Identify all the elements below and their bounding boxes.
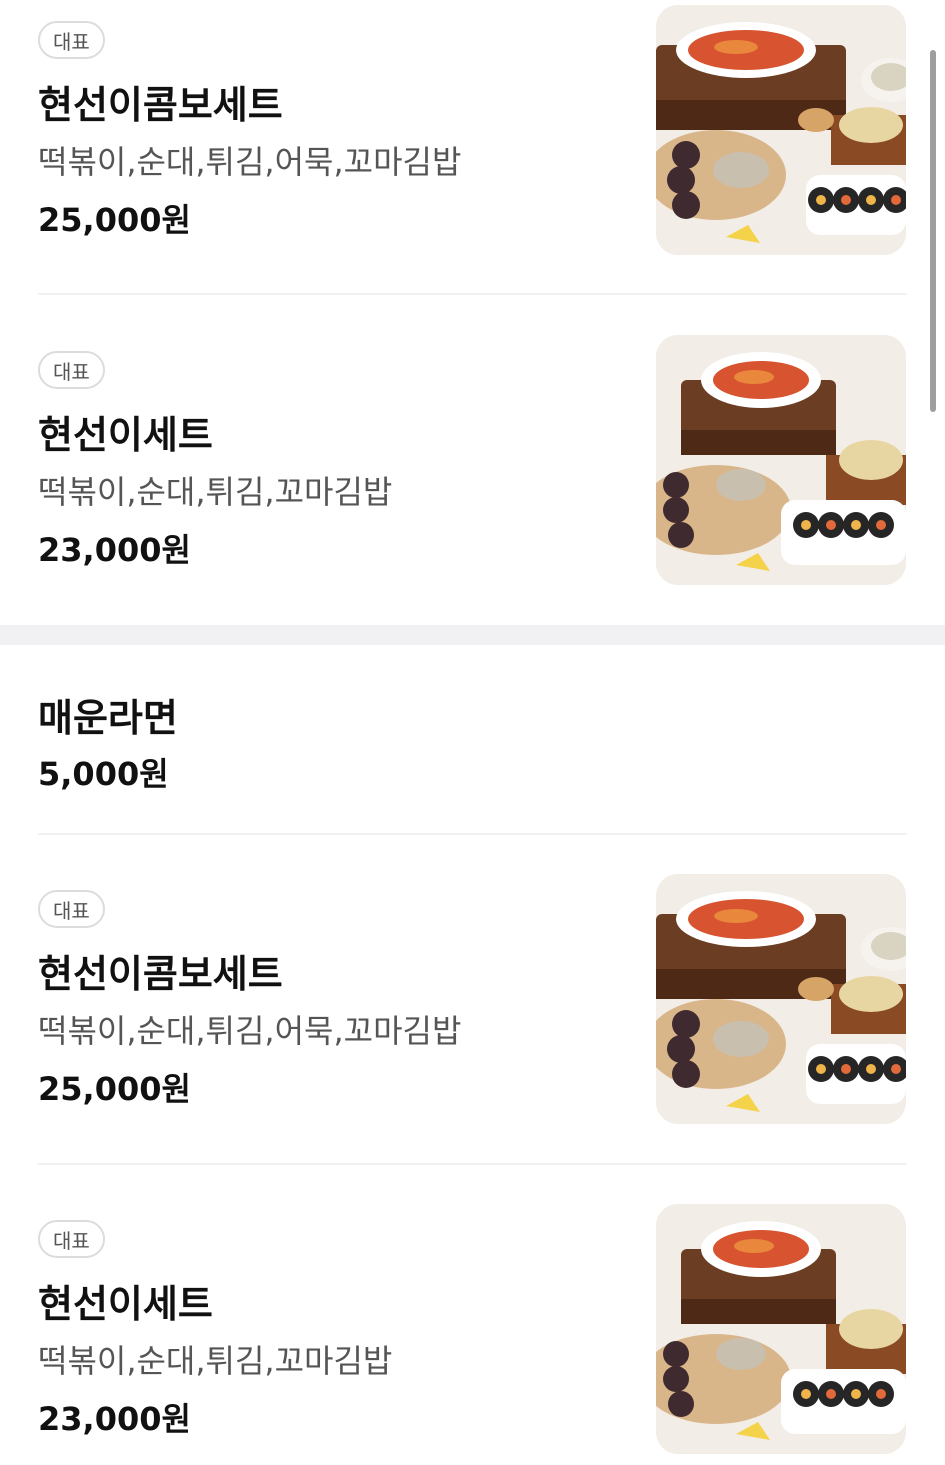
menu-item-hyunsuni-set[interactable]: 대표 현선이세트 떡볶이,순대,튀김,꼬마김밥 23,000원 xyxy=(0,1165,945,1461)
section-separator xyxy=(0,625,945,645)
food-photo-set xyxy=(656,1204,906,1454)
menu-item-price: 25,000원 xyxy=(38,1070,191,1108)
menu-section-bottom: 매운라면 5,000원 대표 현선이콤보세트 떡볶이,순대,튀김,어묵,꼬마김밥… xyxy=(0,645,945,1461)
menu-item-description: 떡볶이,순대,튀김,어묵,꼬마김밥 xyxy=(38,143,462,181)
signature-badge: 대표 xyxy=(38,890,105,928)
menu-item-price: 25,000원 xyxy=(38,201,191,239)
food-photo-combo xyxy=(656,5,906,255)
signature-badge: 대표 xyxy=(38,21,105,59)
menu-item-spicy-ramen[interactable]: 매운라면 5,000원 xyxy=(0,645,945,835)
menu-item-hyunsuni-combo-set[interactable]: 대표 현선이콤보세트 떡볶이,순대,튀김,어묵,꼬마김밥 25,000원 xyxy=(0,835,945,1165)
menu-item-hyunsuni-set[interactable]: 대표 현선이세트 떡볶이,순대,튀김,꼬마김밥 23,000원 xyxy=(0,295,945,625)
menu-item-description: 떡볶이,순대,튀김,꼬마김밥 xyxy=(38,473,393,511)
menu-item-price: 23,000원 xyxy=(38,531,191,569)
menu-item-description: 떡볶이,순대,튀김,꼬마김밥 xyxy=(38,1342,393,1380)
menu-section-top: 대표 현선이콤보세트 떡볶이,순대,튀김,어묵,꼬마김밥 25,000원 대표 … xyxy=(0,0,945,625)
menu-item-name: 현선이세트 xyxy=(38,413,213,457)
scrollbar-thumb[interactable] xyxy=(930,50,936,412)
menu-item-name: 현선이콤보세트 xyxy=(38,952,283,996)
menu-item-name: 현선이콤보세트 xyxy=(38,83,283,127)
menu-item-hyunsuni-combo-set[interactable]: 대표 현선이콤보세트 떡볶이,순대,튀김,어묵,꼬마김밥 25,000원 xyxy=(0,0,945,295)
food-photo-set xyxy=(656,335,906,585)
food-photo-combo xyxy=(656,874,906,1124)
signature-badge: 대표 xyxy=(38,351,105,389)
menu-item-price: 23,000원 xyxy=(38,1400,191,1438)
menu-item-photo[interactable] xyxy=(656,874,906,1124)
menu-item-name: 매운라면 xyxy=(38,696,178,740)
menu-item-photo[interactable] xyxy=(656,1204,906,1454)
menu-item-description: 떡볶이,순대,튀김,어묵,꼬마김밥 xyxy=(38,1012,462,1050)
menu-item-photo[interactable] xyxy=(656,5,906,255)
menu-item-name: 현선이세트 xyxy=(38,1282,213,1326)
signature-badge: 대표 xyxy=(38,1220,105,1258)
menu-item-price: 5,000원 xyxy=(38,755,169,793)
menu-item-photo[interactable] xyxy=(656,335,906,585)
